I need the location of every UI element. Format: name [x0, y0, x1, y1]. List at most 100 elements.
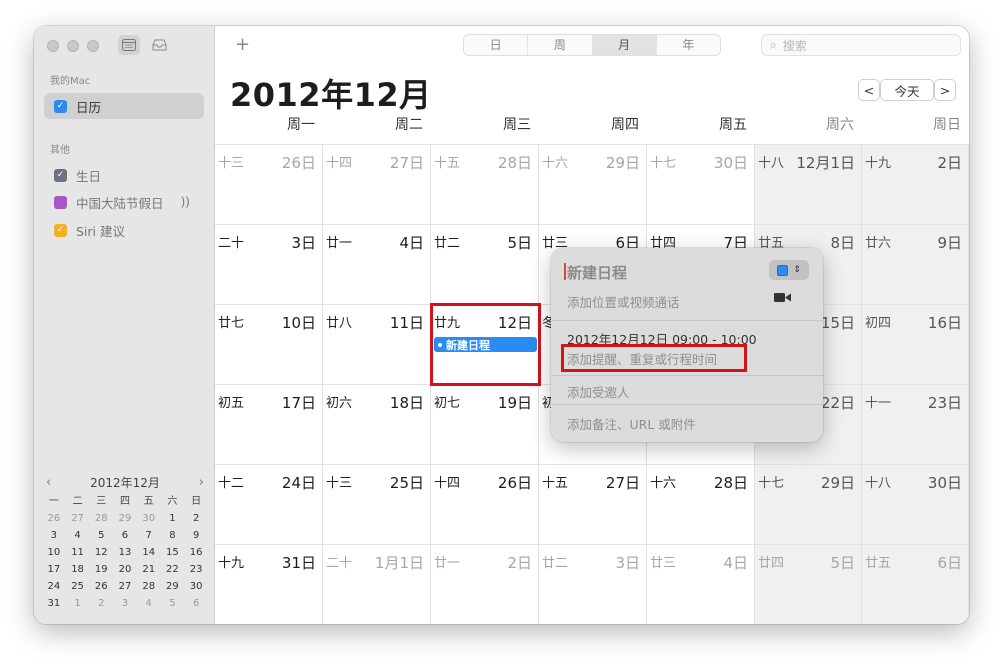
mini-day[interactable]: 29 — [113, 512, 137, 526]
mini-day[interactable]: 6 — [113, 529, 137, 543]
mini-day[interactable]: 5 — [89, 529, 113, 543]
mini-day[interactable]: 31 — [42, 597, 66, 611]
mini-day[interactable]: 13 — [113, 546, 137, 560]
mini-day[interactable]: 14 — [137, 546, 161, 560]
today-button[interactable]: 今天 — [880, 79, 934, 101]
day-cell[interactable]: 十一 23日 — [862, 384, 969, 464]
day-cell[interactable]: 廿七 10日 — [215, 304, 323, 384]
event-title-field[interactable]: 新建日程 — [567, 262, 627, 283]
calendar-list-toggle-icon[interactable] — [118, 35, 140, 55]
view-year-button[interactable]: 年 — [657, 35, 720, 55]
next-month-button[interactable]: > — [934, 79, 956, 101]
mini-prev-month-chevron-left-icon[interactable]: ‹ — [42, 475, 55, 490]
mini-day[interactable]: 1 — [66, 597, 90, 611]
mini-day[interactable]: 9 — [184, 529, 208, 543]
view-month-button[interactable]: 月 — [592, 35, 657, 55]
day-cell[interactable]: 十七 30日 — [647, 144, 755, 224]
mini-day[interactable]: 20 — [113, 563, 137, 577]
day-cell[interactable]: 廿四 5日 — [755, 544, 862, 624]
day-cell[interactable]: 十二 24日 — [215, 464, 323, 544]
mini-day[interactable]: 4 — [66, 529, 90, 543]
checkbox-checked-icon[interactable]: ✓ — [54, 223, 67, 237]
mini-day[interactable]: 17 — [42, 563, 66, 577]
mini-day[interactable]: 23 — [184, 563, 208, 577]
search-field[interactable]: ⌕ 搜索 — [761, 34, 961, 56]
day-cell[interactable]: 十七 29日 — [755, 464, 862, 544]
mini-day[interactable]: 19 — [89, 563, 113, 577]
day-cell[interactable]: 十八 12月1日 — [755, 144, 862, 224]
mini-day[interactable]: 8 — [161, 529, 185, 543]
day-cell[interactable]: 十四 27日 — [323, 144, 431, 224]
mini-day[interactable]: 2 — [89, 597, 113, 611]
day-cell[interactable]: 十三 26日 — [215, 144, 323, 224]
view-week-button[interactable]: 周 — [528, 35, 593, 55]
day-cell[interactable]: 十五 27日 — [539, 464, 647, 544]
checkbox-unchecked-icon[interactable] — [54, 195, 67, 209]
day-cell[interactable]: 十九 31日 — [215, 544, 323, 624]
mini-day[interactable]: 6 — [184, 597, 208, 611]
mini-day[interactable]: 27 — [66, 512, 90, 526]
close-window-button[interactable] — [47, 40, 59, 52]
mini-day[interactable]: 29 — [161, 580, 185, 594]
view-day-button[interactable]: 日 — [464, 35, 529, 55]
mini-day[interactable]: 3 — [113, 597, 137, 611]
invitees-field[interactable]: 添加受邀人 — [567, 382, 630, 401]
day-cell[interactable]: 十三 25日 — [323, 464, 431, 544]
video-camera-icon[interactable] — [774, 292, 791, 303]
day-cell[interactable]: 初四 16日 — [862, 304, 969, 384]
mini-day[interactable]: 22 — [161, 563, 185, 577]
mini-day[interactable]: 24 — [42, 580, 66, 594]
day-cell[interactable]: 十六 28日 — [647, 464, 755, 544]
mini-day[interactable]: 7 — [137, 529, 161, 543]
day-cell[interactable]: 廿一 2日 — [431, 544, 539, 624]
day-cell[interactable]: 十六 29日 — [539, 144, 647, 224]
prev-month-button[interactable]: < — [858, 79, 880, 101]
mini-next-month-chevron-right-icon[interactable]: › — [195, 475, 208, 490]
day-cell[interactable]: 初五 17日 — [215, 384, 323, 464]
mini-day[interactable]: 15 — [161, 546, 185, 560]
calendar-color-picker[interactable]: ⇕ — [769, 260, 809, 280]
mini-day[interactable]: 11 — [66, 546, 90, 560]
day-cell[interactable]: 二十 3日 — [215, 224, 323, 304]
zoom-window-button[interactable] — [87, 40, 99, 52]
day-cell[interactable]: 十八 30日 — [862, 464, 969, 544]
mini-day[interactable]: 16 — [184, 546, 208, 560]
day-cell[interactable]: 十五 28日 — [431, 144, 539, 224]
mini-day[interactable]: 30 — [184, 580, 208, 594]
mini-day[interactable]: 26 — [42, 512, 66, 526]
mini-day[interactable]: 12 — [89, 546, 113, 560]
checkbox-checked-icon[interactable]: ✓ — [54, 168, 67, 182]
day-cell[interactable]: 廿一 4日 — [323, 224, 431, 304]
sidebar-item-holidays[interactable]: 中国大陆节假日 )) — [44, 189, 204, 215]
day-cell[interactable]: 十四 26日 — [431, 464, 539, 544]
minimize-window-button[interactable] — [67, 40, 79, 52]
location-field[interactable]: 添加位置或视频通话 — [567, 292, 680, 311]
day-cell[interactable]: 二十 1月1日 — [323, 544, 431, 624]
day-cell[interactable]: 廿二 3日 — [539, 544, 647, 624]
mini-day[interactable]: 3 — [42, 529, 66, 543]
mini-day[interactable]: 5 — [161, 597, 185, 611]
add-event-button[interactable]: + — [235, 34, 250, 55]
day-cell[interactable]: 十九 2日 — [862, 144, 969, 224]
day-cell[interactable]: 廿八 11日 — [323, 304, 431, 384]
notes-field[interactable]: 添加备注、URL 或附件 — [567, 414, 696, 433]
mini-day[interactable]: 10 — [42, 546, 66, 560]
sidebar-item-calendar[interactable]: ✓ 日历 — [44, 93, 204, 119]
day-cell[interactable]: 廿五 6日 — [862, 544, 969, 624]
day-cell[interactable]: 廿三 4日 — [647, 544, 755, 624]
sidebar-item-siri-suggestions[interactable]: ✓ Siri 建议 — [44, 217, 204, 243]
day-cell[interactable]: 初七 19日 — [431, 384, 539, 464]
mini-day[interactable]: 28 — [137, 580, 161, 594]
mini-day[interactable]: 30 — [137, 512, 161, 526]
mini-day[interactable]: 1 — [161, 512, 185, 526]
day-cell[interactable]: 廿六 9日 — [862, 224, 969, 304]
mini-day[interactable]: 2 — [184, 512, 208, 526]
mini-day[interactable]: 4 — [137, 597, 161, 611]
mini-day[interactable]: 21 — [137, 563, 161, 577]
mini-day[interactable]: 25 — [66, 580, 90, 594]
mini-day[interactable]: 28 — [89, 512, 113, 526]
inbox-icon[interactable] — [148, 35, 170, 55]
mini-day[interactable]: 27 — [113, 580, 137, 594]
day-cell[interactable]: 廿二 5日 — [431, 224, 539, 304]
mini-day[interactable]: 26 — [89, 580, 113, 594]
